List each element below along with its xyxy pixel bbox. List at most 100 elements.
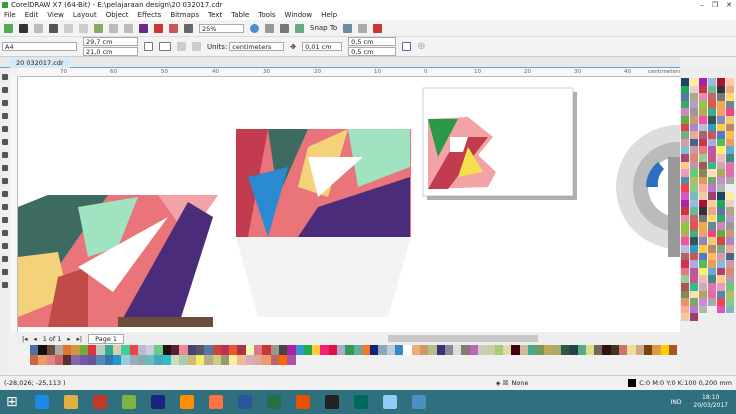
color-swatch[interactable] [79, 345, 89, 355]
color-swatch[interactable] [187, 355, 196, 365]
color-swatch[interactable] [681, 169, 689, 177]
color-swatch[interactable] [726, 290, 734, 299]
color-swatch[interactable] [708, 191, 716, 200]
welcome-screen-icon[interactable] [343, 23, 353, 33]
parallel-dimension-tool-icon[interactable] [2, 204, 8, 210]
color-swatch[interactable] [63, 355, 72, 365]
next-page-button[interactable]: ▸ [67, 335, 70, 343]
menu-text[interactable]: Text [208, 11, 222, 19]
color-swatch[interactable] [717, 245, 725, 253]
color-swatch[interactable] [204, 345, 213, 355]
color-swatch[interactable] [717, 153, 725, 162]
color-swatch[interactable] [726, 153, 734, 162]
color-swatch[interactable] [378, 345, 387, 355]
color-swatch[interactable] [270, 345, 279, 355]
color-swatch[interactable] [708, 161, 716, 170]
menu-bitmaps[interactable]: Bitmaps [170, 11, 199, 19]
color-swatch[interactable] [79, 355, 89, 365]
color-swatch[interactable] [690, 313, 698, 321]
color-swatch[interactable] [726, 237, 734, 246]
duplicate-x-field[interactable]: 0,5 cm [348, 37, 397, 46]
color-swatch[interactable] [708, 260, 716, 268]
first-page-button[interactable]: |◂ [22, 335, 27, 343]
color-swatch[interactable] [303, 345, 313, 355]
vertical-ruler[interactable] [10, 77, 18, 332]
color-swatch[interactable] [681, 191, 689, 200]
page-width-field[interactable]: 29,7 cm [83, 37, 138, 46]
taskbar-app-button[interactable] [350, 392, 372, 412]
taskbar-app-button[interactable] [379, 392, 401, 412]
color-swatch[interactable] [187, 345, 196, 355]
color-swatch[interactable] [690, 214, 698, 223]
color-swatch[interactable] [419, 345, 429, 355]
color-swatch[interactable] [478, 345, 487, 355]
color-swatch[interactable] [690, 260, 698, 268]
color-swatch[interactable] [681, 298, 689, 306]
color-swatch[interactable] [536, 345, 545, 355]
color-swatch[interactable] [386, 345, 396, 355]
color-swatch[interactable] [717, 169, 725, 177]
color-swatch[interactable] [717, 290, 725, 299]
color-swatch[interactable] [690, 275, 698, 284]
color-swatch[interactable] [287, 345, 296, 355]
color-swatch[interactable] [690, 153, 698, 162]
color-swatch[interactable] [699, 146, 707, 154]
color-swatch[interactable] [699, 245, 707, 253]
color-swatch[interactable] [129, 355, 138, 365]
color-swatch[interactable] [690, 245, 698, 253]
color-swatch[interactable] [411, 345, 420, 355]
menu-view[interactable]: View [47, 11, 64, 19]
color-swatch[interactable] [96, 345, 105, 355]
color-swatch[interactable] [726, 260, 734, 268]
color-swatch[interactable] [681, 115, 689, 124]
save-icon[interactable] [34, 23, 43, 33]
color-swatch[interactable] [154, 355, 163, 365]
color-swatch[interactable] [690, 207, 698, 215]
color-swatch[interactable] [278, 355, 288, 365]
color-swatch[interactable] [262, 345, 271, 355]
color-swatch[interactable] [699, 290, 707, 299]
color-swatch[interactable] [220, 345, 230, 355]
color-swatch[interactable] [71, 345, 80, 355]
color-swatch[interactable] [699, 131, 707, 139]
color-swatch[interactable] [726, 93, 734, 101]
color-swatch[interactable] [717, 260, 725, 268]
artistic-media-tool-icon[interactable] [2, 139, 8, 145]
color-swatch[interactable] [428, 345, 437, 355]
current-page-icon[interactable] [192, 42, 201, 51]
drawing-canvas[interactable] [18, 77, 680, 332]
color-swatch[interactable] [162, 345, 172, 355]
color-swatch[interactable] [690, 146, 698, 154]
color-swatch[interactable] [708, 93, 716, 101]
color-swatch[interactable] [619, 345, 628, 355]
color-swatch[interactable] [726, 298, 734, 306]
color-swatch[interactable] [46, 345, 55, 355]
docked-color-palettes[interactable] [680, 68, 736, 373]
text-tool-icon[interactable] [2, 191, 8, 197]
color-swatch[interactable] [544, 345, 553, 355]
color-swatch[interactable] [717, 214, 725, 223]
color-swatch[interactable] [204, 355, 213, 365]
color-swatch[interactable] [717, 78, 725, 86]
color-swatch[interactable] [699, 260, 707, 268]
color-swatch[interactable] [121, 345, 130, 355]
color-swatch[interactable] [681, 275, 689, 284]
show-grid-icon[interactable] [295, 23, 304, 33]
color-swatch[interactable] [195, 345, 205, 355]
zoom-icon[interactable] [250, 23, 259, 33]
color-swatch[interactable] [699, 184, 707, 192]
color-swatch[interactable] [660, 345, 669, 355]
menu-tools[interactable]: Tools [258, 11, 275, 19]
color-swatch[interactable] [717, 237, 725, 246]
color-swatch[interactable] [681, 161, 689, 170]
color-palette[interactable] [18, 345, 678, 375]
color-swatch[interactable] [681, 131, 689, 139]
color-swatch[interactable] [668, 345, 678, 355]
interactive-fill-tool-icon[interactable] [2, 269, 8, 275]
last-page-button[interactable]: ▸| [77, 335, 82, 343]
color-swatch[interactable] [726, 100, 734, 109]
color-swatch[interactable] [699, 108, 707, 116]
taskbar-app-button[interactable] [176, 392, 198, 412]
color-swatch[interactable] [726, 184, 734, 192]
color-swatch[interactable] [717, 100, 725, 109]
